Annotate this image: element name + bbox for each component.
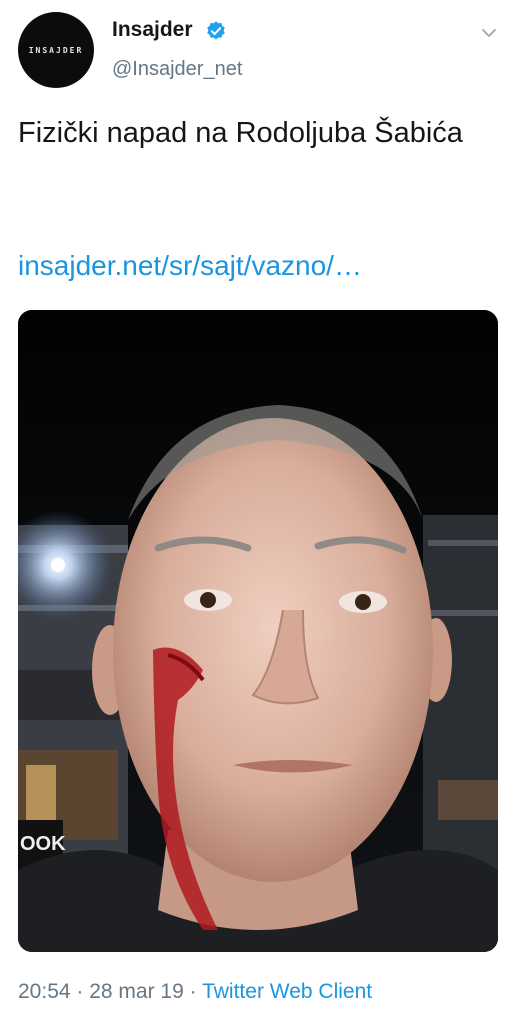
meta-separator: · <box>70 980 90 1003</box>
avatar[interactable]: INSAJDER <box>18 12 94 88</box>
tweet-time[interactable]: 20:54 <box>18 980 71 1003</box>
tweet-link[interactable]: insajder.net/sr/sajt/vazno/… <box>18 250 362 282</box>
tweet-meta: 20:54 · 28 mar 19 · Twitter Web Client <box>18 980 372 1004</box>
tweet-date[interactable]: 28 mar 19 <box>89 980 184 1003</box>
chevron-down-icon[interactable] <box>480 24 498 42</box>
verified-badge-icon <box>207 21 225 40</box>
avatar-logo-text: INSAJDER <box>28 45 84 55</box>
tweet-card: INSAJDER Insajder @Insajder_net Fizički … <box>0 0 515 1024</box>
meta-separator: · <box>183 980 203 1003</box>
tweet-photo[interactable]: OOK <box>18 310 498 952</box>
photo-sign-text: OOK <box>20 833 66 855</box>
tweet-text: Fizički napad na Rodoljuba Šabića <box>18 117 463 149</box>
display-name[interactable]: Insajder <box>112 18 193 42</box>
account-handle[interactable]: @Insajder_net <box>112 58 242 81</box>
photo-illustration: OOK <box>18 310 498 952</box>
tweet-client[interactable]: Twitter Web Client <box>202 980 372 1003</box>
